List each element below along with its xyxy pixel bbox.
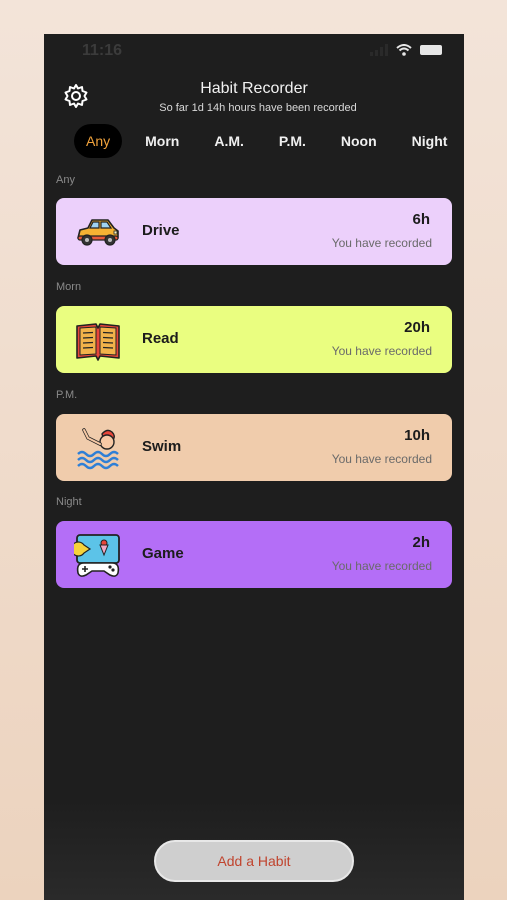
signal-icon: [370, 44, 388, 56]
habit-name: Game: [142, 545, 184, 562]
recorded-summary: So far 1d 14h hours have been recorded: [159, 102, 357, 114]
habit-caption: You have recorded: [331, 344, 432, 358]
header: Habit Recorder So far 1d 14h hours have …: [44, 78, 464, 118]
status-icons: [370, 44, 442, 56]
habit-card-game[interactable]: Game 2h You have recorded: [56, 521, 452, 588]
tab-pm[interactable]: P.M.: [267, 124, 318, 158]
habit-hours: 20h: [404, 319, 430, 336]
status-time: 11:16: [82, 42, 123, 59]
tab-noon[interactable]: Noon: [329, 124, 389, 158]
status-bar: 11:16: [44, 34, 464, 68]
habit-card-read[interactable]: Read 20h You have recorded: [56, 306, 452, 373]
battery-icon: [420, 45, 442, 55]
section-label-pm: P.M.: [56, 389, 78, 401]
tab-morn[interactable]: Morn: [133, 124, 191, 158]
game-icon: [74, 534, 120, 577]
car-icon: [77, 219, 119, 246]
section-label-any: Any: [56, 174, 75, 186]
swimmer-icon: [77, 428, 119, 470]
time-filter-tabs: Any Morn A.M. P.M. Noon Night: [74, 124, 464, 158]
wifi-icon: [396, 44, 412, 56]
habit-caption: You have recorded: [331, 559, 432, 573]
add-habit-button[interactable]: Add a Habit: [154, 840, 354, 882]
tab-any[interactable]: Any: [74, 124, 123, 158]
habit-name: Swim: [142, 438, 182, 455]
habit-caption: You have recorded: [331, 236, 432, 250]
tab-am[interactable]: A.M.: [202, 124, 256, 158]
habit-hours: 2h: [412, 534, 430, 551]
habit-name: Drive: [142, 222, 180, 239]
habit-card-swim[interactable]: Swim 10h You have recorded: [56, 414, 452, 481]
book-icon: [76, 323, 120, 361]
habit-hours: 10h: [404, 427, 430, 444]
page-title: Habit Recorder: [200, 80, 308, 97]
habit-card-drive[interactable]: Drive 6h You have recorded: [56, 198, 452, 265]
app-screen: 11:16 Habit Recorder So far 1d 14h hours…: [44, 34, 464, 900]
section-label-night: Night: [56, 496, 82, 508]
habit-caption: You have recorded: [331, 452, 432, 466]
habit-hours: 6h: [412, 211, 430, 228]
habit-name: Read: [142, 330, 179, 347]
section-label-morn: Morn: [56, 281, 82, 293]
tab-night[interactable]: Night: [400, 124, 460, 158]
